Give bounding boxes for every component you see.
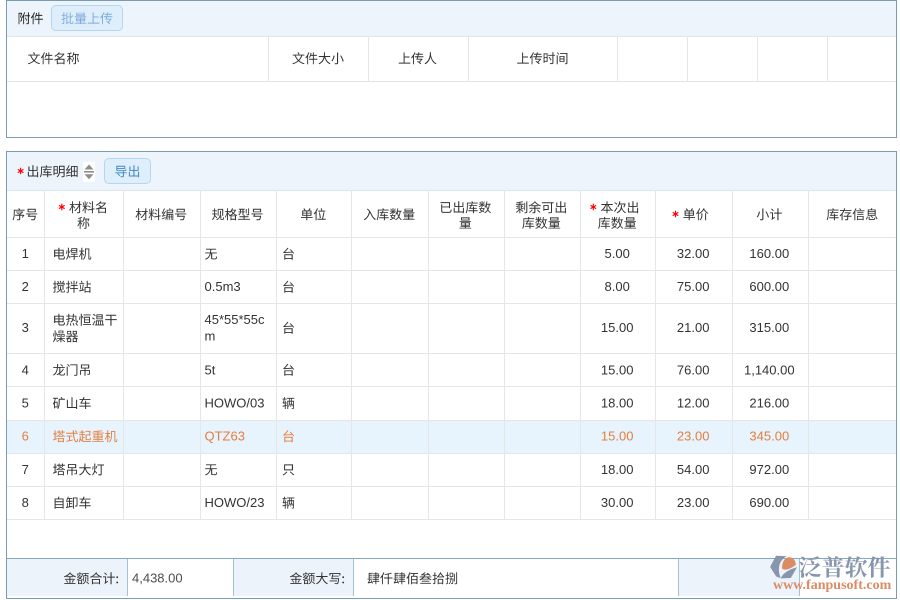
svg-text:HOWO/03: HOWO/03 bbox=[205, 396, 265, 411]
svg-text:18.00: 18.00 bbox=[601, 462, 634, 477]
svg-text:18.00: 18.00 bbox=[601, 396, 634, 411]
svg-text:5.00: 5.00 bbox=[605, 246, 630, 261]
svg-text:HOWO/23: HOWO/23 bbox=[205, 495, 265, 510]
svg-text:4: 4 bbox=[22, 362, 29, 377]
svg-text:23.00: 23.00 bbox=[677, 429, 710, 444]
svg-text:21.00: 21.00 bbox=[677, 320, 710, 335]
svg-text:www.fanpusoft.com: www.fanpusoft.com bbox=[773, 578, 892, 593]
svg-text:345.00: 345.00 bbox=[749, 429, 789, 444]
svg-text:972.00: 972.00 bbox=[749, 462, 789, 477]
svg-text:0.5m3: 0.5m3 bbox=[205, 279, 241, 294]
svg-text:2: 2 bbox=[22, 279, 29, 294]
svg-text:8.00: 8.00 bbox=[605, 279, 630, 294]
svg-text:45*55*55c: 45*55*55c bbox=[205, 312, 265, 327]
svg-text:30.00: 30.00 bbox=[601, 495, 634, 510]
svg-text:690.00: 690.00 bbox=[749, 495, 789, 510]
svg-text:15.00: 15.00 bbox=[601, 362, 634, 377]
svg-text:1: 1 bbox=[22, 246, 29, 261]
svg-text:5: 5 bbox=[22, 396, 29, 411]
svg-text:12.00: 12.00 bbox=[677, 396, 710, 411]
svg-text:315.00: 315.00 bbox=[749, 320, 789, 335]
svg-text:1,140.00: 1,140.00 bbox=[744, 362, 795, 377]
svg-text:m: m bbox=[205, 329, 216, 344]
svg-text:6: 6 bbox=[22, 429, 29, 444]
svg-text:160.00: 160.00 bbox=[749, 246, 789, 261]
svg-text:7: 7 bbox=[22, 462, 29, 477]
svg-text:5t: 5t bbox=[205, 362, 216, 377]
svg-text:54.00: 54.00 bbox=[677, 462, 710, 477]
svg-text:15.00: 15.00 bbox=[601, 320, 634, 335]
svg-text:4,438.00: 4,438.00 bbox=[132, 571, 183, 586]
svg-text:QTZ63: QTZ63 bbox=[205, 429, 245, 444]
svg-text:75.00: 75.00 bbox=[677, 279, 710, 294]
svg-text:32.00: 32.00 bbox=[677, 246, 710, 261]
svg-text:76.00: 76.00 bbox=[677, 362, 710, 377]
svg-text:15.00: 15.00 bbox=[601, 429, 634, 444]
svg-text:23.00: 23.00 bbox=[677, 495, 710, 510]
svg-text:216.00: 216.00 bbox=[749, 396, 789, 411]
svg-text:3: 3 bbox=[22, 320, 29, 335]
svg-text:8: 8 bbox=[22, 495, 29, 510]
svg-text:600.00: 600.00 bbox=[749, 279, 789, 294]
